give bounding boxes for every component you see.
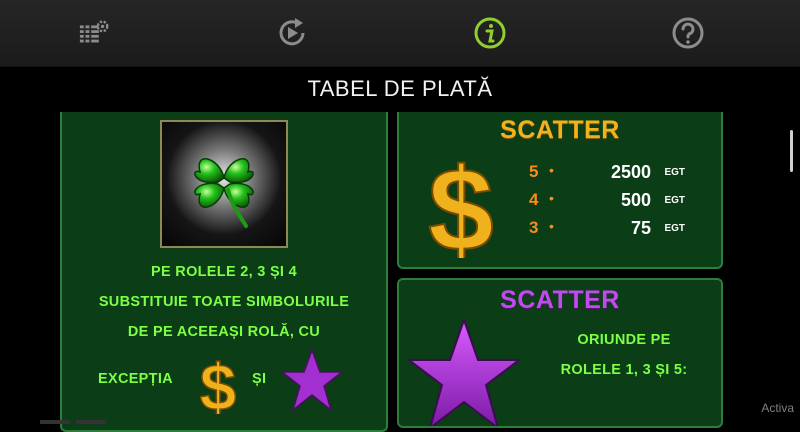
clover-symbol-frame	[160, 120, 288, 248]
payout-value: 75	[630, 218, 651, 238]
payout-dot: •	[549, 162, 554, 178]
wild-reels-text: PE ROLELE 2, 3 ȘI 4	[151, 264, 297, 280]
wild-exception-label: EXCEPȚIA	[98, 371, 173, 387]
wild-and-label: ȘI	[252, 371, 267, 387]
star-icon	[280, 348, 344, 412]
payout-count: 5	[529, 162, 539, 181]
payout-value: 500	[620, 190, 651, 210]
wild-substitute-text: SUBSTITUIE TOATE SIMBOLURILE	[98, 294, 350, 310]
info-icon	[474, 17, 506, 49]
settings-button[interactable]	[78, 16, 112, 50]
bottom-tabs	[40, 411, 112, 424]
autoplay-icon	[279, 18, 305, 46]
dollar-scatter-panel: SCATTER $ 5 • 2500 EGT 4 • 500 EGT 3 • 7…	[397, 112, 723, 269]
payout-count: 4	[529, 190, 539, 209]
dollar-sign-icon: $	[199, 350, 237, 414]
payout-unit: EGT	[664, 167, 685, 178]
payout-row: 4 • 500 EGT	[529, 190, 699, 214]
payout-unit: EGT	[664, 195, 685, 206]
watermark-text: Activa	[761, 401, 794, 415]
dollar-scatter-title: SCATTER	[500, 116, 620, 144]
info-button[interactable]	[473, 16, 507, 50]
four-leaf-clover-icon	[194, 158, 254, 228]
star-scatter-reels-text: ROLELE 1, 3 ȘI 5:	[560, 362, 688, 378]
payout-row: 5 • 2500 EGT	[529, 162, 699, 186]
star-scatter-icon	[406, 316, 522, 426]
star-scatter-panel: SCATTER ORIUNDE PE ROLELE 1, 3 ȘI 5:	[397, 278, 723, 428]
toolbar	[0, 0, 800, 67]
settings-icon	[79, 20, 109, 43]
payout-unit: EGT	[664, 223, 685, 234]
payout-dot: •	[549, 218, 554, 234]
star-scatter-anywhere-text: ORIUNDE PE	[577, 332, 671, 348]
payout-value: 2500	[610, 162, 651, 182]
wild-symbol-panel: PE ROLELE 2, 3 ȘI 4 SUBSTITUIE TOATE SIM…	[60, 112, 388, 432]
payout-row: 3 • 75 EGT	[529, 218, 699, 242]
autoplay-button[interactable]	[275, 16, 309, 50]
help-icon	[672, 17, 704, 49]
wild-same-reel-text: DE PE ACEEAȘI ROLĂ, CU	[127, 324, 321, 340]
help-button[interactable]	[671, 16, 705, 50]
payout-count: 3	[529, 218, 539, 237]
dollar-scatter-icon: $	[427, 144, 495, 258]
scrollbar-thumb[interactable]	[790, 130, 793, 172]
page-title: TABEL DE PLATĂ	[307, 76, 493, 101]
payout-dot: •	[549, 190, 554, 206]
star-scatter-title: SCATTER	[500, 286, 620, 314]
svg-text:$: $	[428, 144, 494, 258]
svg-text:$: $	[200, 350, 237, 414]
